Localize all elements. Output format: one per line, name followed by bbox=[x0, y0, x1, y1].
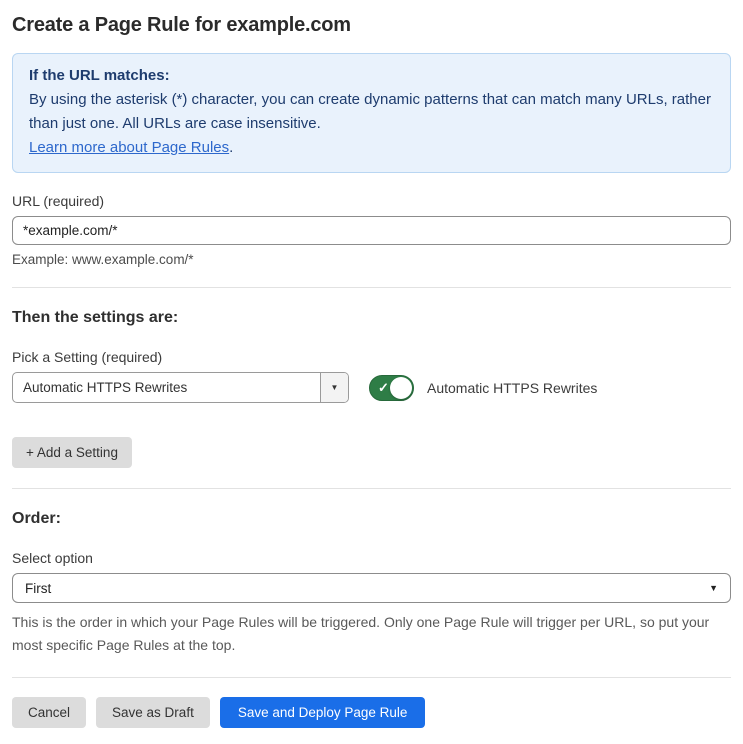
url-matches-info-box: If the URL matches: By using the asteris… bbox=[12, 53, 731, 173]
url-example-text: Example: www.example.com/* bbox=[12, 252, 194, 267]
order-select-label: Select option bbox=[12, 550, 93, 566]
chevron-down-icon: ▼ bbox=[320, 373, 348, 402]
setting-toggle-label: Automatic HTTPS Rewrites bbox=[427, 379, 598, 396]
order-select[interactable]: First ▼ bbox=[12, 573, 731, 603]
info-box-body: By using the asterisk (*) character, you… bbox=[29, 91, 711, 132]
chevron-down-icon: ▼ bbox=[709, 583, 718, 593]
setting-toggle-group: ✓ Automatic HTTPS Rewrites bbox=[369, 374, 598, 401]
setting-select[interactable]: Automatic HTTPS Rewrites ▼ bbox=[12, 372, 349, 403]
create-page-rule-panel: Create a Page Rule for example.com If th… bbox=[0, 0, 743, 744]
order-section-heading: Order: bbox=[12, 510, 61, 527]
save-as-draft-button[interactable]: Save as Draft bbox=[96, 697, 210, 728]
setting-row: Automatic HTTPS Rewrites ▼ ✓ Automatic H… bbox=[12, 372, 731, 403]
cancel-button[interactable]: Cancel bbox=[12, 697, 87, 728]
url-field-label: URL (required) bbox=[12, 193, 105, 209]
info-box-link-line: Learn more about Page Rules. bbox=[29, 136, 714, 160]
divider bbox=[12, 488, 731, 489]
order-select-value: First bbox=[25, 580, 52, 596]
divider bbox=[12, 287, 731, 288]
divider bbox=[12, 677, 731, 678]
footer-actions: Cancel Save as Draft Save and Deploy Pag… bbox=[12, 697, 731, 728]
check-icon: ✓ bbox=[378, 379, 389, 395]
order-help-text: This is the order in which your Page Rul… bbox=[12, 614, 710, 653]
info-box-heading: If the URL matches: bbox=[29, 67, 170, 84]
link-suffix: . bbox=[229, 139, 234, 156]
setting-select-value: Automatic HTTPS Rewrites bbox=[23, 380, 188, 395]
save-and-deploy-button[interactable]: Save and Deploy Page Rule bbox=[219, 697, 426, 728]
learn-more-link[interactable]: Learn more about Page Rules bbox=[29, 139, 229, 156]
toggle-knob bbox=[390, 376, 412, 399]
add-setting-button[interactable]: + Add a Setting bbox=[12, 437, 132, 468]
settings-section-heading: Then the settings are: bbox=[12, 309, 179, 326]
page-title: Create a Page Rule for example.com bbox=[12, 14, 351, 36]
setting-toggle[interactable]: ✓ bbox=[369, 374, 414, 401]
url-input[interactable] bbox=[12, 216, 731, 245]
pick-setting-label: Pick a Setting (required) bbox=[12, 349, 163, 365]
